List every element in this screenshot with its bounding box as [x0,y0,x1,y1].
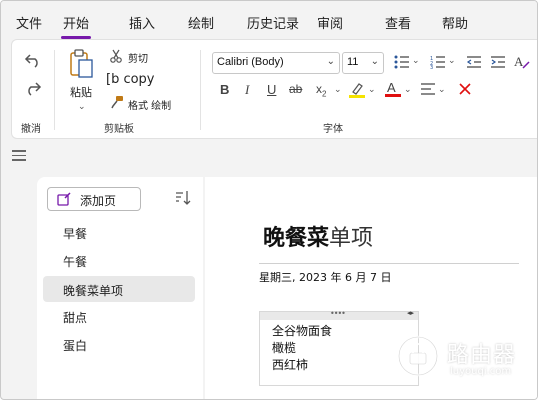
undo-icon[interactable] [24,52,42,68]
cut-button[interactable]: 剪切 [128,50,148,65]
add-page-button[interactable]: 添加页 [47,187,141,211]
copy-button[interactable]: [b copy [106,72,155,87]
svg-text:3: 3 [430,65,433,69]
tab-draw[interactable]: 绘制 [188,13,214,32]
tab-file[interactable]: 文件 [16,13,42,32]
add-page-icon [57,192,71,206]
page-item-dessert[interactable]: 甜点 [43,303,195,329]
underline-button[interactable]: U [267,82,276,97]
page-title[interactable]: 晚餐菜单项 [263,220,373,252]
highlighter-icon[interactable] [348,81,366,99]
resize-icon[interactable]: ◂▸ [407,309,414,317]
decrease-indent-icon[interactable] [466,55,482,69]
page-item-lunch[interactable]: 午餐 [43,247,195,273]
format-painter-icon[interactable] [110,95,124,109]
chevron-down-icon: ⌄ [370,56,379,67]
numbered-list-icon[interactable]: 123 [430,55,446,69]
chevron-down-icon[interactable]: ⌄ [334,85,342,95]
font-group-label: 字体 [323,124,343,135]
redo-icon[interactable] [24,80,42,96]
tab-insert[interactable]: 插入 [129,13,155,32]
add-page-label: 添加页 [80,194,117,208]
clipboard-group-label: 剪贴板 [104,124,134,135]
font-name-dropdown[interactable]: Calibri (Body) ⌄ [212,52,340,74]
note-container-handle[interactable]: •••• ◂▸ [260,309,418,320]
router-logo-icon [397,335,439,377]
align-icon[interactable] [420,83,436,95]
page-item-dinner-menu[interactable]: 晚餐菜单项 [43,276,195,302]
tab-help[interactable]: 帮助 [442,13,468,32]
chevron-down-icon: ⌄ [326,56,335,67]
font-name-value: Calibri (Body) [217,56,284,68]
paste-icon[interactable] [68,48,94,80]
svg-text:A: A [514,54,524,69]
paste-label[interactable]: 粘贴 [70,84,92,100]
chevron-down-icon[interactable]: ⌄ [412,56,420,66]
ribbon: 撤消 粘贴 ⌄ 剪切 [b copy 格式 绘制 剪贴板 Calibri (Bo… [11,39,537,139]
onenote-window: 文件 开始 插入 绘制 历史记录 审阅 查看 帮助 撤消 粘贴 ⌄ 剪切 [b … [0,0,538,400]
page-date: 星期三, 2023 年 6 月 7 日 [259,271,392,284]
scissors-icon[interactable] [110,49,122,63]
watermark-text: 路由器 [447,343,517,368]
page-item-protein[interactable]: 蛋白 [43,331,195,357]
note-container[interactable]: •••• ◂▸ 全谷物面食 橄榄 西红柿 [259,309,419,386]
watermark-url: luyouqi.com [450,366,512,377]
tab-home[interactable]: 开始 [60,13,92,39]
tab-history[interactable]: 历史记录 [247,13,299,32]
close-icon[interactable] [458,82,472,96]
chevron-down-icon[interactable]: ⌄ [368,85,376,95]
tab-view[interactable]: 查看 [385,13,411,32]
font-color-icon[interactable]: A [384,80,402,98]
page-title-bold: 晚餐菜 [263,226,330,251]
font-size-dropdown[interactable]: 11 ⌄ [342,52,384,74]
note-line[interactable]: 橄榄 [272,339,296,356]
chevron-down-icon[interactable]: ⌄ [78,102,86,112]
increase-indent-icon[interactable] [490,55,506,69]
page-title-light: 单项 [329,226,374,251]
group-separator [200,50,201,130]
chevron-down-icon[interactable]: ⌄ [448,56,456,66]
chevron-down-icon[interactable]: ⌄ [438,85,446,95]
drag-handle-icon: •••• [330,309,346,318]
menu-bar: 文件 开始 插入 绘制 历史记录 审阅 查看 帮助 [1,1,537,39]
page-item-breakfast[interactable]: 早餐 [43,219,195,245]
group-separator [54,50,55,130]
watermark: 路由器 luyouqi.com [397,331,537,391]
subscript-button[interactable]: x2 [316,82,326,98]
undo-group-label: 撤消 [21,124,41,135]
note-line[interactable]: 全谷物面食 [272,322,332,339]
navigation-menu-icon[interactable] [12,150,26,162]
bullet-list-icon[interactable] [394,55,410,69]
note-line[interactable]: 西红柿 [272,356,308,373]
italic-button[interactable]: I [245,82,249,98]
clear-formatting-icon[interactable]: A [514,54,530,70]
font-size-value: 11 [347,56,359,68]
format-painter-button[interactable]: 格式 绘制 [128,97,171,112]
sort-icon[interactable] [175,190,191,206]
title-divider [259,263,519,264]
strikethrough-button[interactable]: ab [289,82,302,96]
tab-review[interactable]: 审阅 [317,13,343,32]
bold-button[interactable]: B [220,82,229,97]
svg-text:A: A [387,80,396,95]
page-list-panel: 添加页 早餐 午餐 晚餐菜单项 甜点 蛋白 [37,177,203,399]
chevron-down-icon[interactable]: ⌄ [404,85,412,95]
